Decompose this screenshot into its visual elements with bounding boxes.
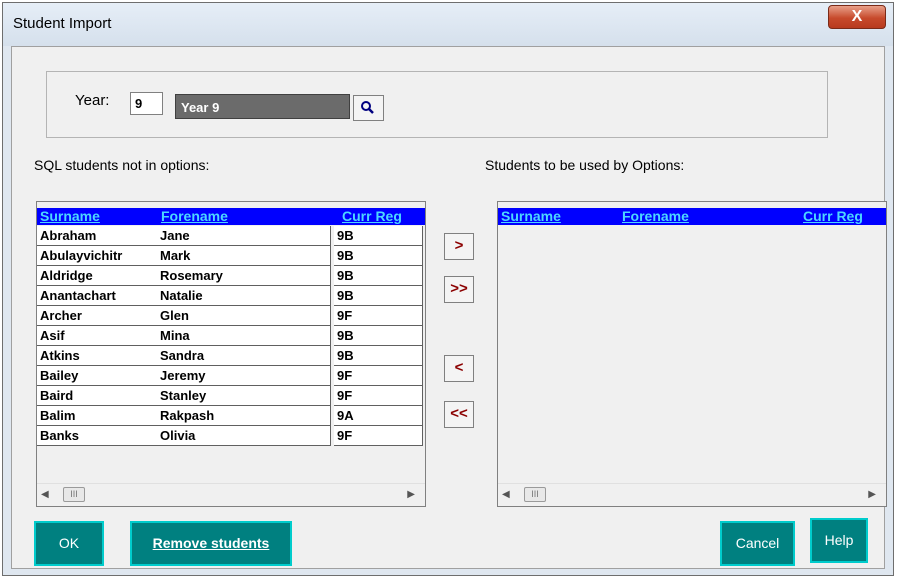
cell-forename: Rakpash <box>157 406 331 426</box>
cell-curr-reg: 9F <box>334 366 423 386</box>
year-label: Year: <box>75 92 110 109</box>
horizontal-scrollbar[interactable]: ◀ III ▶ <box>498 483 886 506</box>
cell-forename: Jeremy <box>157 366 331 386</box>
right-list-label: Students to be used by Options: <box>485 157 685 173</box>
column-header-curr-reg[interactable]: Curr Reg <box>342 208 402 224</box>
available-students-list[interactable]: Surname Forename Curr Reg Abraham Jane 9B A… <box>36 201 426 507</box>
cell-curr-reg: 9B <box>334 346 423 366</box>
table-row[interactable]: Abraham Jane 9B <box>37 226 425 246</box>
selected-students-list[interactable]: Surname Forename Curr Reg ◀ III ▶ <box>497 201 887 507</box>
cell-forename: Olivia <box>157 426 331 446</box>
column-header-surname[interactable]: Surname <box>40 208 100 224</box>
add-one-button[interactable]: > <box>444 233 474 260</box>
column-header-forename[interactable]: Forename <box>161 208 228 224</box>
cell-curr-reg: 9F <box>334 386 423 406</box>
lookup-button[interactable] <box>353 95 384 121</box>
horizontal-scrollbar[interactable]: ◀ III ▶ <box>37 483 425 506</box>
cancel-label: Cancel <box>735 535 780 551</box>
cell-forename: Mina <box>157 326 331 346</box>
table-row[interactable]: Bailey Jeremy 9F <box>37 366 425 386</box>
cell-forename: Stanley <box>157 386 331 406</box>
ok-label: OK <box>58 535 80 551</box>
help-button[interactable]: Help <box>810 518 868 563</box>
help-label: Help <box>824 532 854 548</box>
cell-surname: Banks <box>37 426 158 446</box>
cell-surname: Archer <box>37 306 158 326</box>
cell-curr-reg: 9A <box>334 406 423 426</box>
cell-curr-reg: 9B <box>334 246 423 266</box>
cell-forename: Mark <box>157 246 331 266</box>
scroll-thumb[interactable]: III <box>524 487 546 502</box>
cell-surname: Balim <box>37 406 158 426</box>
scroll-left-icon[interactable]: ◀ <box>41 489 49 500</box>
ok-button[interactable]: OK <box>34 521 104 566</box>
search-icon <box>361 101 374 114</box>
scroll-right-icon[interactable]: ▶ <box>407 489 415 500</box>
remove-students-label: Remove students <box>152 535 270 551</box>
title-bar: Student Import X <box>3 3 893 46</box>
table-row[interactable]: Baird Stanley 9F <box>37 386 425 406</box>
window-title: Student Import <box>13 15 112 32</box>
left-list-label: SQL students not in options: <box>34 157 210 173</box>
cell-surname: Asif <box>37 326 158 346</box>
remove-all-button[interactable]: << <box>444 401 474 428</box>
year-name-display: Year 9 <box>175 94 350 119</box>
cell-surname: Abulayvichitr <box>37 246 158 266</box>
table-row[interactable]: Abulayvichitr Mark 9B <box>37 246 425 266</box>
cell-forename: Natalie <box>157 286 331 306</box>
cell-surname: Anantachart <box>37 286 158 306</box>
cell-forename: Jane <box>157 226 331 246</box>
remove-one-button[interactable]: < <box>444 355 474 382</box>
list-header: Surname Forename Curr Reg <box>37 208 425 225</box>
cell-surname: Atkins <box>37 346 158 366</box>
cell-forename: Rosemary <box>157 266 331 286</box>
year-group: Year: Year 9 <box>46 71 828 138</box>
scroll-thumb[interactable]: III <box>63 487 85 502</box>
cell-forename: Sandra <box>157 346 331 366</box>
cell-curr-reg: 9B <box>334 286 423 306</box>
cell-forename: Glen <box>157 306 331 326</box>
table-row[interactable]: Anantachart Natalie 9B <box>37 286 425 306</box>
year-input[interactable] <box>130 92 163 115</box>
cell-curr-reg: 9B <box>334 326 423 346</box>
cell-surname: Baird <box>37 386 158 406</box>
cell-surname: Abraham <box>37 226 158 246</box>
cell-curr-reg: 9B <box>334 266 423 286</box>
cell-curr-reg: 9B <box>334 226 423 246</box>
close-button[interactable]: X <box>828 5 886 29</box>
cell-surname: Aldridge <box>37 266 158 286</box>
student-import-window: Student Import X Year: Year 9 SQL studen… <box>2 2 894 576</box>
table-row[interactable]: Banks Olivia 9F <box>37 426 425 446</box>
scroll-left-icon[interactable]: ◀ <box>502 489 510 500</box>
column-header-curr-reg[interactable]: Curr Reg <box>803 208 863 224</box>
add-all-button[interactable]: >> <box>444 276 474 303</box>
cell-curr-reg: 9F <box>334 306 423 326</box>
scroll-right-icon[interactable]: ▶ <box>868 489 876 500</box>
table-row[interactable]: Asif Mina 9B <box>37 326 425 346</box>
column-header-forename[interactable]: Forename <box>622 208 689 224</box>
table-row[interactable]: Atkins Sandra 9B <box>37 346 425 366</box>
column-header-surname[interactable]: Surname <box>501 208 561 224</box>
cancel-button[interactable]: Cancel <box>720 521 795 566</box>
table-row[interactable]: Archer Glen 9F <box>37 306 425 326</box>
remove-students-button[interactable]: Remove students <box>130 521 292 566</box>
list-header: Surname Forename Curr Reg <box>498 208 886 225</box>
dialog-body: Year: Year 9 SQL students not in options… <box>11 46 887 569</box>
table-row[interactable]: Aldridge Rosemary 9B <box>37 266 425 286</box>
table-row[interactable]: Balim Rakpash 9A <box>37 406 425 426</box>
cell-curr-reg: 9F <box>334 426 423 446</box>
cell-surname: Bailey <box>37 366 158 386</box>
